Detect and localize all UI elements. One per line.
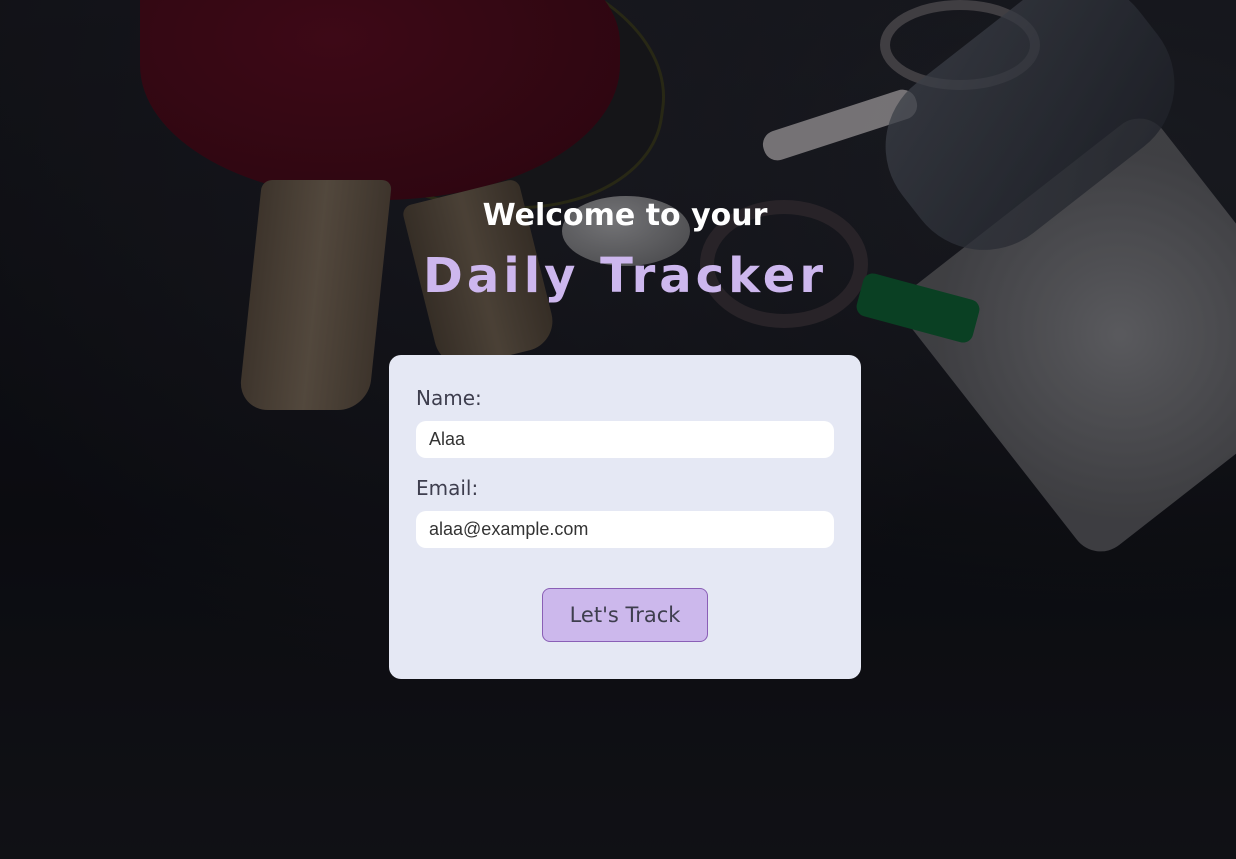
email-label: Email: [416, 476, 479, 500]
welcome-heading: Welcome to your [482, 198, 768, 233]
app-title: Daily Tracker [423, 248, 827, 304]
lets-track-button[interactable]: Let's Track [542, 588, 708, 642]
name-label: Name: [416, 386, 482, 410]
login-form: Name: Email: Let's Track [389, 355, 861, 679]
email-input[interactable] [416, 511, 834, 548]
name-input[interactable] [416, 421, 834, 458]
